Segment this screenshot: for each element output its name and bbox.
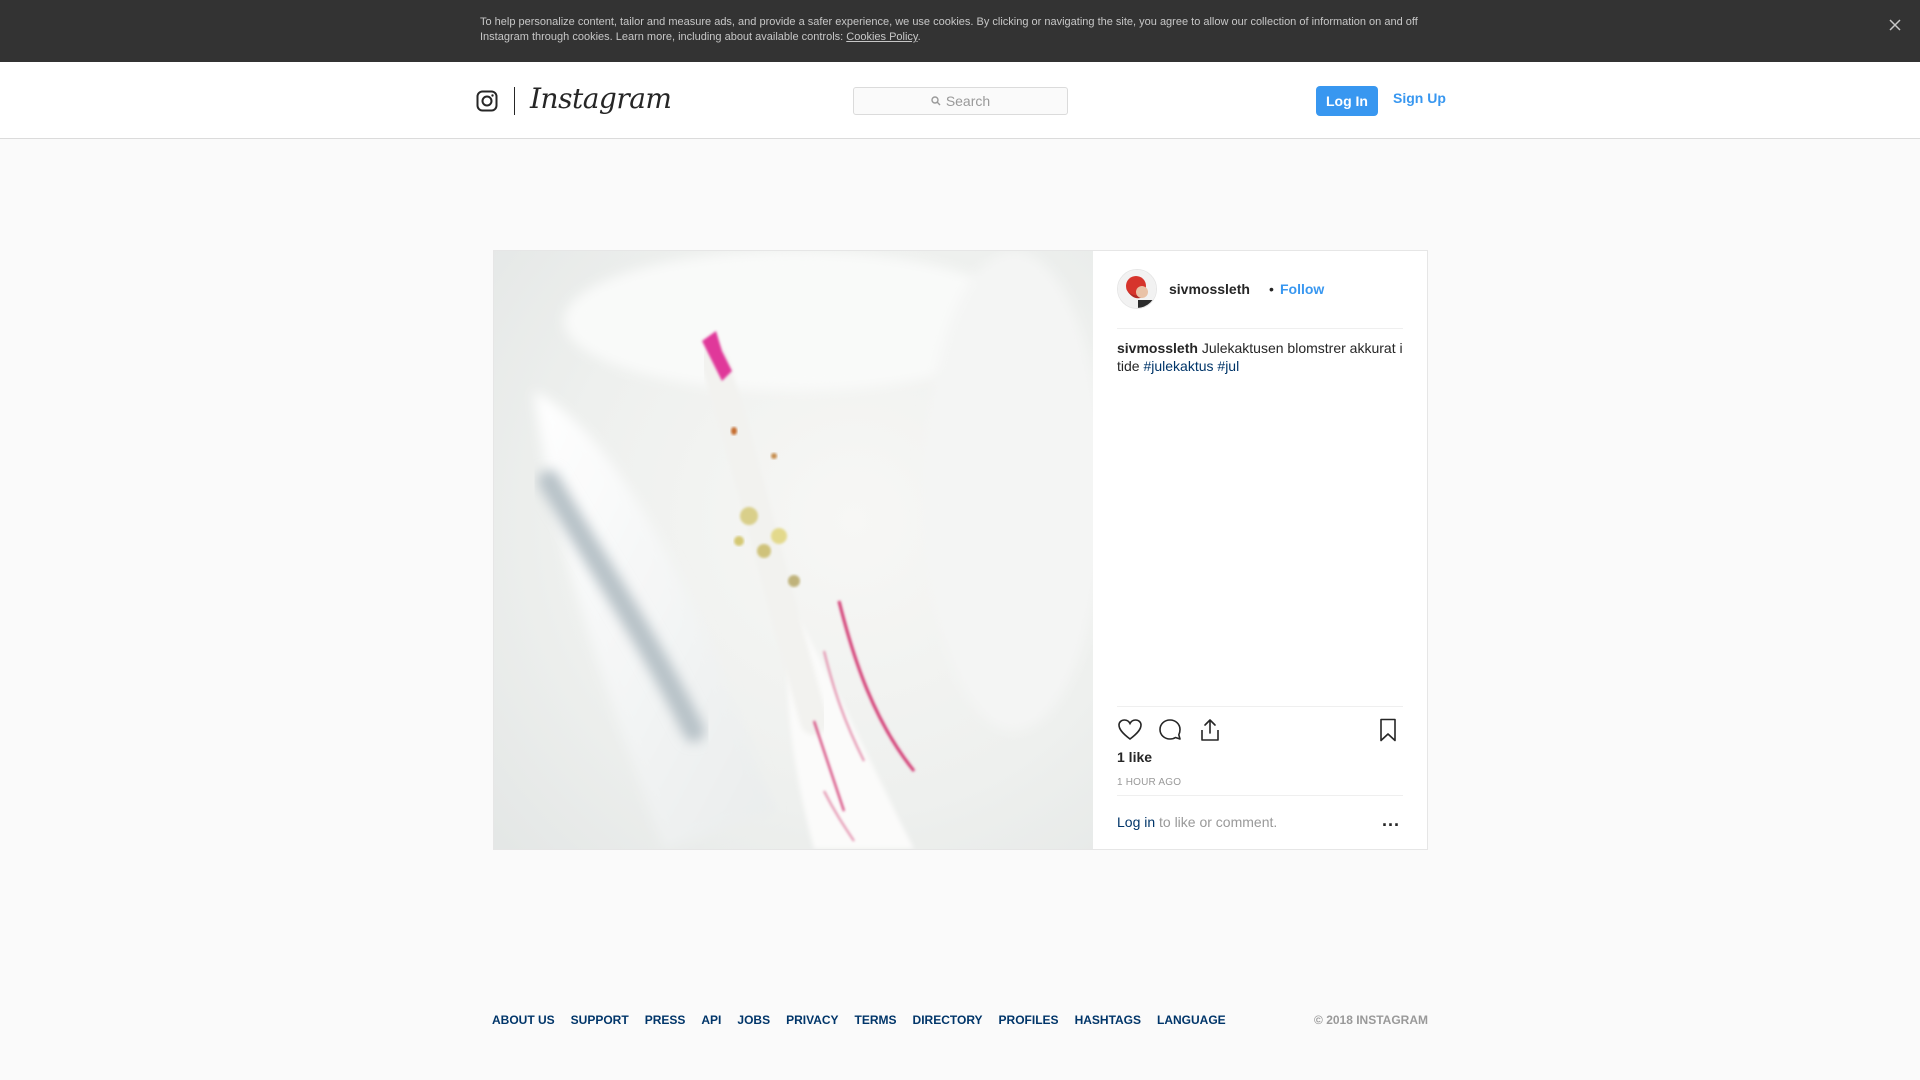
like-count[interactable]: 1 like [1117,749,1152,765]
post-photo[interactable] [494,251,1093,849]
post-header: sivmossleth • Follow [1117,269,1403,329]
signup-link[interactable]: Sign Up [1393,90,1446,106]
comment-prompt: Log in to like or comment. ... [1117,795,1403,847]
login-button[interactable]: Log In [1316,86,1378,116]
login-link[interactable]: Log in [1117,814,1155,830]
post-username[interactable]: sivmossleth [1169,281,1250,297]
cookie-banner-message: To help personalize content, tailor and … [480,16,1418,43]
footer-link-privacy[interactable]: Privacy [786,1013,838,1027]
cookie-banner-text: To help personalize content, tailor and … [480,15,1420,45]
comment-prompt-text: to like or comment. [1159,814,1278,830]
caption-username[interactable]: sivmossleth [1117,340,1198,356]
hashtag-link[interactable]: #jul [1217,358,1239,374]
footer-link-directory[interactable]: Directory [913,1013,983,1027]
follow-button[interactable]: Follow [1280,281,1324,297]
footer-link-press[interactable]: Press [645,1013,686,1027]
comment-icon[interactable] [1157,717,1185,745]
footer-link-jobs[interactable]: Jobs [737,1013,770,1027]
footer-links: About us Support Press API Jobs Privacy … [492,1013,1242,1027]
footer-link-profiles[interactable]: Profiles [999,1013,1059,1027]
footer-link-language[interactable]: Language [1157,1013,1226,1027]
footer-link-support[interactable]: Support [571,1013,629,1027]
cookie-banner-suffix: . [917,31,921,43]
footer-link-hashtags[interactable]: Hashtags [1075,1013,1141,1027]
separator-dot: • [1269,281,1274,297]
bookmark-icon[interactable] [1375,717,1403,745]
instagram-wordmark[interactable]: Instagram [530,82,672,115]
hashtag-link[interactable]: #julekaktus [1143,358,1213,374]
search-placeholder: Search [945,93,991,109]
post-caption: sivmossleth Julekaktusen blomstrer akkur… [1117,339,1407,375]
heart-icon[interactable] [1117,717,1145,745]
avatar[interactable] [1117,269,1157,309]
post-sidebar: sivmossleth • Follow sivmossleth Julekak… [1093,251,1427,849]
top-nav: Instagram Search Log In Sign Up [0,62,1920,139]
footer-link-about-us[interactable]: About us [492,1013,555,1027]
cookie-banner: To help personalize content, tailor and … [0,0,1920,62]
close-icon[interactable] [1884,14,1906,36]
post-actions: 1 like 1 HOUR AGO Log in to like or comm… [1117,706,1403,830]
logo-divider [514,87,515,115]
search-input[interactable]: Search [853,87,1068,115]
instagram-camera-icon[interactable] [476,90,498,112]
more-options-button[interactable]: ... [1379,810,1403,834]
post-card: sivmossleth • Follow sivmossleth Julekak… [493,250,1428,850]
cookies-policy-link[interactable]: Cookies Policy [846,31,917,43]
copyright: © 2018 Instagram [1314,1013,1428,1027]
post-timestamp[interactable]: 1 HOUR AGO [1117,777,1181,788]
footer-link-terms[interactable]: Terms [855,1013,897,1027]
search-icon [931,96,941,106]
footer-link-api[interactable]: API [701,1013,721,1027]
share-icon[interactable] [1197,717,1225,745]
footer: About us Support Press API Jobs Privacy … [492,1013,1428,1033]
